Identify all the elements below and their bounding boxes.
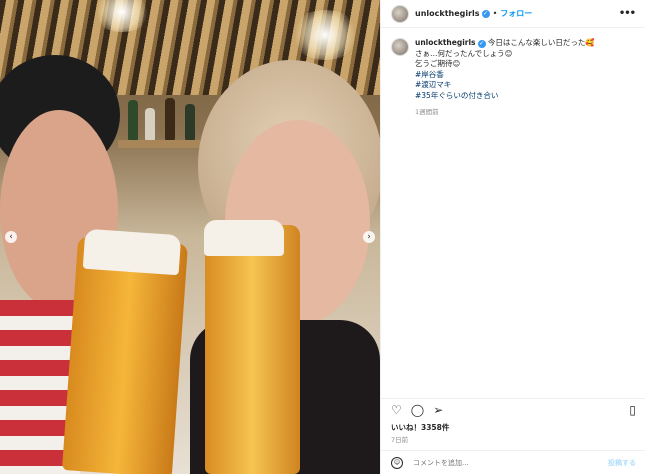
- bottle: [128, 100, 138, 140]
- post-date[interactable]: 7日前: [391, 434, 408, 444]
- chevron-right-icon[interactable]: ›: [363, 231, 375, 243]
- follow-button[interactable]: フォロー: [500, 8, 532, 19]
- action-bar: ♡ ◯ ➢ ▯: [381, 398, 645, 420]
- verified-badge-icon: ✓: [481, 9, 490, 18]
- bottle: [185, 104, 195, 140]
- caption-line: さぁ…何だったんでしょう😊: [415, 48, 513, 58]
- post-photo[interactable]: ‹ ›: [0, 0, 380, 474]
- avatar[interactable]: [391, 38, 409, 56]
- heart-icon[interactable]: ♡: [391, 404, 402, 416]
- caption-body: unlockthegirls ✓ 今日はこんな楽しい日だった🥰 さぁ…何だったんで…: [415, 38, 630, 118]
- beer-foam: [204, 220, 284, 256]
- post-header: unlockthegirls ✓ • フォロー •••: [381, 0, 645, 28]
- beer-glass: [205, 225, 300, 474]
- post-side-panel: unlockthegirls ✓ • フォロー ••• unlockthegir…: [380, 0, 645, 474]
- verified-badge-icon: ✓: [477, 40, 486, 48]
- hashtag-link[interactable]: #35年ぐらいの付き合い: [415, 91, 630, 102]
- ceiling-light: [290, 10, 360, 60]
- bottle: [145, 108, 155, 140]
- hashtag-link[interactable]: #渡辺マキ: [415, 80, 630, 91]
- chevron-left-icon[interactable]: ‹: [5, 231, 17, 243]
- more-options-icon[interactable]: •••: [619, 8, 636, 19]
- beer-foam: [82, 228, 182, 276]
- caption-timestamp: 1週間前: [415, 108, 439, 116]
- hashtag-link[interactable]: #岸谷香: [415, 70, 630, 81]
- comment-input[interactable]: [413, 458, 593, 467]
- separator-dot: •: [492, 9, 498, 18]
- post-comment-button[interactable]: 投稿する: [608, 458, 636, 468]
- avatar[interactable]: [391, 4, 409, 23]
- comment-bar: ☺ 投稿する: [381, 450, 645, 474]
- emoji-icon[interactable]: ☺: [391, 456, 403, 469]
- comment-icon[interactable]: ◯: [411, 404, 424, 416]
- like-count[interactable]: いいね！3358件: [391, 422, 449, 433]
- caption: unlockthegirls ✓ 今日はこんな楽しい日だった🥰 さぁ…何だったんで…: [381, 28, 645, 118]
- caption-username[interactable]: unlockthegirls: [415, 38, 476, 47]
- bookmark-icon[interactable]: ▯: [629, 404, 636, 416]
- bottle: [165, 98, 175, 140]
- caption-line: 乞うご期待😊: [415, 59, 461, 68]
- username[interactable]: unlockthegirls: [415, 9, 480, 18]
- share-icon[interactable]: ➢: [433, 404, 443, 416]
- caption-line: 今日はこんな楽しい日だった🥰: [487, 38, 595, 47]
